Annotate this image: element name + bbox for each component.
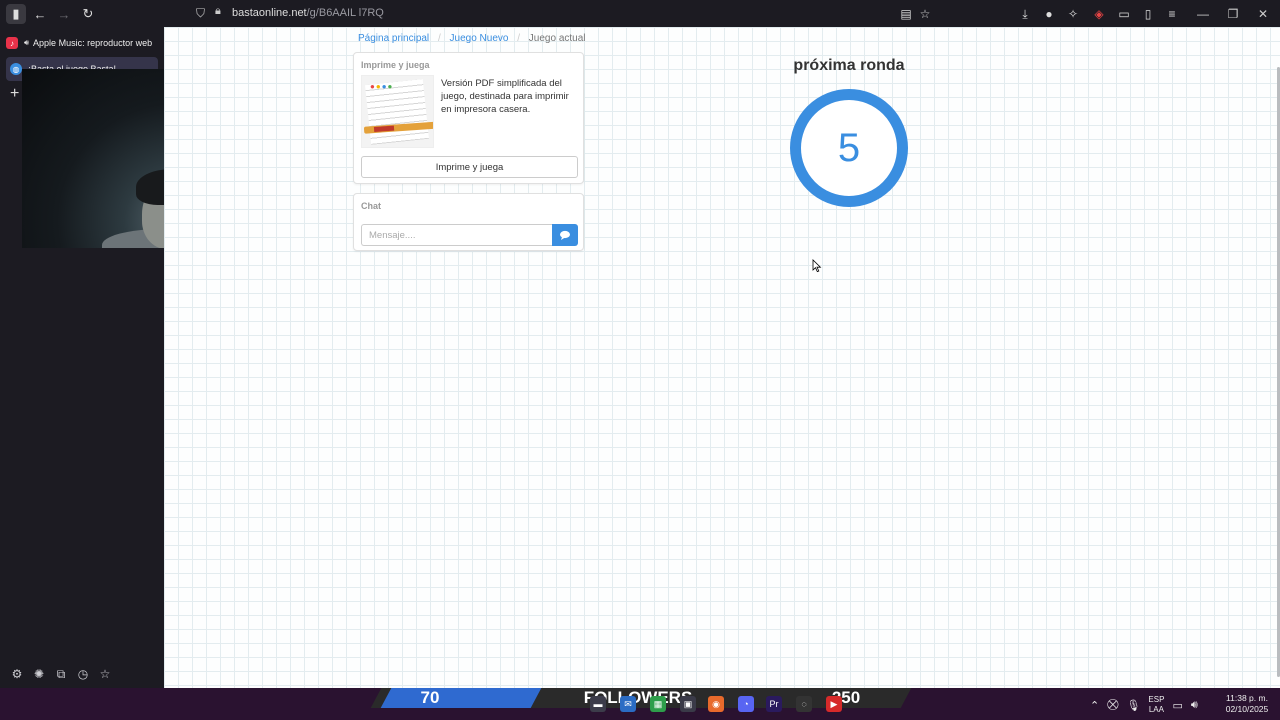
chat-panel-title: Chat	[361, 201, 381, 211]
breadcrumb-new-game-link[interactable]: Juego Nuevo	[450, 33, 509, 44]
downloads-icon[interactable]: ⤓	[1016, 5, 1034, 23]
url-path: /g/B6AAIL l7RQ	[306, 7, 384, 19]
tab-apple-music[interactable]: ♪ 🔊︎ Apple Music: reproductor web	[6, 31, 158, 55]
firefox-icon[interactable]: ◉	[708, 696, 724, 712]
microphone-icon[interactable]: 🎙︎	[1126, 699, 1140, 712]
close-window-icon[interactable]: ✕	[1252, 4, 1274, 24]
system-tray: ⌃ ⛒ 🎙︎ ESP LAA ▭ 🔊︎	[1090, 694, 1198, 716]
logo-dots-graphic: ●●●●	[370, 82, 394, 91]
countdown-number: 5	[837, 125, 861, 170]
back-button[interactable]: ←	[30, 4, 50, 24]
tab-title: Apple Music: reproductor web	[33, 38, 153, 48]
obs-icon[interactable]: ◌	[796, 696, 812, 712]
url-domain: bastaonline.net	[232, 7, 307, 19]
keyboard-layout: LAA	[1148, 705, 1164, 714]
file-explorer-icon[interactable]: ▬	[590, 696, 606, 712]
speaker-icon[interactable]: 🔊︎	[24, 38, 29, 48]
tracking-shield-icon[interactable]: ⛉	[196, 6, 205, 21]
browser-toolbar: ▮ ← → ↻ ⛉ 🔒︎ bastaonline.net/g/B6AAIL l7…	[0, 0, 1280, 27]
volume-icon[interactable]: 🔊︎	[1191, 699, 1198, 712]
chat-message-input[interactable]: Mensaje....	[361, 224, 552, 246]
extension-badge-icon[interactable]: ◈	[1090, 5, 1108, 23]
countdown-ring: 5	[790, 89, 908, 207]
minimize-icon[interactable]: —	[1192, 4, 1214, 24]
sidebar-panel-icon[interactable]: ▯	[1139, 5, 1157, 23]
address-bar[interactable]: bastaonline.net/g/B6AAIL l7RQ	[232, 7, 384, 19]
breadcrumb: Página principal / Juego Nuevo / Juego a…	[358, 33, 586, 44]
breadcrumb-separator: /	[517, 33, 521, 44]
menu-icon[interactable]: ≡	[1163, 5, 1181, 23]
print-and-play-button[interactable]: Imprime y juega	[361, 156, 578, 178]
store-icon[interactable]: ▣	[680, 696, 696, 712]
tray-expand-icon[interactable]: ⌃	[1090, 699, 1099, 712]
sidebar-tools: ⚙ ✺ ⧉ ◷ ☆	[0, 663, 164, 685]
clock-date: 02/10/2025	[1225, 704, 1269, 714]
premiere-icon[interactable]: Pr	[766, 696, 782, 712]
print-panel-title: Imprime y juega	[361, 60, 430, 70]
next-round-title: próxima ronda	[793, 57, 905, 74]
chat-send-button[interactable]	[552, 224, 578, 246]
bookmarks-icon[interactable]: ☆	[98, 667, 112, 681]
globe-icon: ◍	[10, 63, 22, 75]
spreadsheet-icon[interactable]: ▦	[650, 696, 666, 712]
print-thumbnail-image: ●●●●	[361, 75, 434, 148]
sidebar-toggle-button[interactable]: ▮	[6, 4, 26, 24]
chat-panel: Chat Mensaje....	[353, 193, 584, 251]
breadcrumb-separator: /	[437, 33, 441, 44]
chat-bubble-icon	[560, 230, 570, 240]
mail-icon[interactable]: ✉	[620, 696, 636, 712]
mouse-cursor-icon	[812, 259, 822, 273]
display-icon[interactable]: ▭	[1172, 699, 1182, 712]
followers-current-count: 70	[420, 688, 440, 707]
discord-icon[interactable]: ◔	[738, 696, 754, 712]
clock-time: 11:38 p. m.	[1226, 693, 1268, 703]
music-icon: ♪	[6, 37, 18, 49]
account-icon[interactable]: ●	[1040, 5, 1058, 23]
page-content: Página principal / Juego Nuevo / Juego a…	[164, 27, 1280, 688]
history-icon[interactable]: ◷	[76, 667, 90, 681]
forward-button[interactable]: →	[54, 4, 74, 24]
taskbar: 70 FOLLOWERS 250 ▬ ✉ ▦ ▣ ◉ ◔ Pr ◌ ▶ ⌃ ⛒ …	[0, 688, 1280, 720]
reload-button[interactable]: ↻	[78, 4, 98, 24]
followers-goal-fill	[380, 688, 542, 708]
container-icon[interactable]: ▭	[1115, 5, 1133, 23]
language-code: ESP	[1148, 695, 1165, 704]
breadcrumb-home-link[interactable]: Página principal	[358, 33, 429, 44]
language-indicator[interactable]: ESP LAA	[1148, 695, 1164, 715]
breadcrumb-current: Juego actual	[528, 33, 586, 44]
reader-view-icon[interactable]: ▤	[897, 5, 915, 23]
maximize-icon[interactable]: ❐	[1222, 4, 1244, 24]
ai-chat-icon[interactable]: ✺	[32, 667, 46, 681]
print-panel: Imprime y juega ●●●● Versión PDF simplif…	[353, 52, 584, 184]
taskbar-clock[interactable]: 11:38 p. m. 02/10/2025	[1218, 693, 1276, 715]
network-icon[interactable]: ⛒	[1107, 699, 1118, 712]
lock-icon[interactable]: 🔒︎	[215, 5, 221, 18]
app-red-icon[interactable]: ▶	[826, 696, 842, 712]
print-description: Versión PDF simplificada del juego, dest…	[441, 78, 569, 115]
extensions-icon[interactable]: ✧	[1064, 5, 1082, 23]
bookmark-star-icon[interactable]: ☆	[916, 5, 934, 23]
settings-icon[interactable]: ⚙	[10, 667, 24, 681]
new-tab-icon[interactable]: +	[10, 85, 19, 103]
synced-tabs-icon[interactable]: ⧉	[54, 667, 68, 682]
